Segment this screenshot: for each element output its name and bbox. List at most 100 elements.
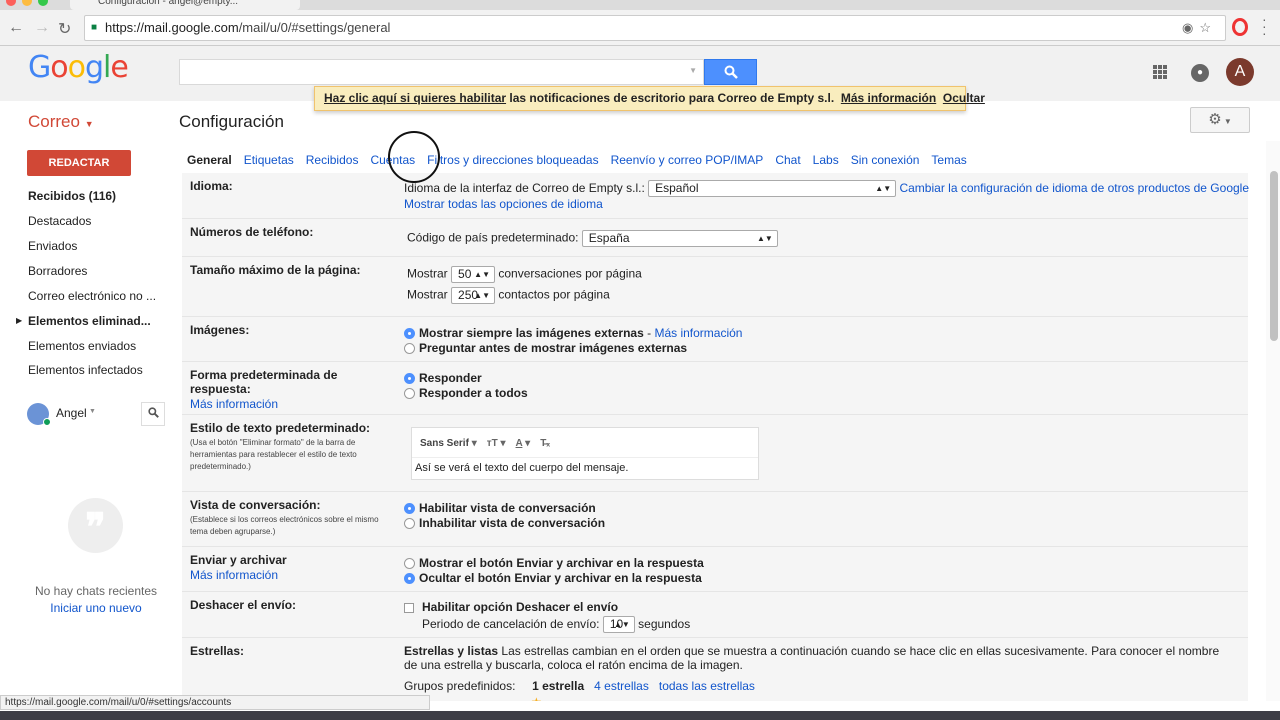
hide-send-archive-radio[interactable]	[404, 573, 415, 585]
enable-notifications-link[interactable]: Haz clic aquí si quieres habilitar	[324, 91, 506, 105]
close-window-icon[interactable]	[6, 0, 16, 6]
compose-button[interactable]: REDACTAR	[27, 150, 131, 176]
folder-drafts[interactable]: Borradores	[28, 264, 158, 278]
text-style-row: Estilo de texto predeterminado: (Usa el b…	[182, 415, 1248, 492]
minimize-window-icon[interactable]	[22, 0, 32, 6]
start-new-chat-link[interactable]: Iniciar uno nuevo	[0, 601, 192, 615]
gear-icon: ⚙	[1208, 111, 1222, 128]
images-always-radio[interactable]	[404, 328, 415, 340]
show-send-archive-radio[interactable]	[404, 558, 415, 570]
tab-inbox[interactable]: Recibidos	[306, 153, 359, 167]
text-style-editor[interactable]: Sans Serif ▾ ᴛT ▾ A ▾ T̶ₓ Así se verá el te…	[411, 427, 759, 480]
font-size-icon[interactable]: ᴛT ▾	[487, 438, 506, 449]
browser-tab[interactable]: Configuración - angel@empty...	[70, 0, 300, 10]
forward-icon[interactable]: →	[34, 19, 50, 37]
images-ask-radio[interactable]	[404, 343, 415, 355]
folder-spam[interactable]: Correo electrónico no ...	[28, 289, 158, 303]
banner-more-info-link[interactable]: Más información	[841, 91, 936, 105]
settings-table: Idioma: Idioma de la interfaz de Correo …	[182, 173, 1249, 701]
folder-inbox[interactable]: Recibidos (116)	[28, 189, 158, 203]
back-icon[interactable]: ←	[8, 19, 24, 37]
four-stars-link[interactable]: 4 estrellas	[594, 679, 649, 693]
apps-grid-icon[interactable]	[1153, 65, 1167, 79]
conversation-enable-radio[interactable]	[404, 503, 415, 515]
reply-radio[interactable]	[404, 373, 415, 385]
change-language-link[interactable]: Cambiar la configuración de idioma de ot…	[899, 181, 1249, 195]
eye-icon[interactable]: ◉	[1182, 20, 1199, 35]
desktop-notification-banner: Haz clic aquí si quieres habilitar las n…	[314, 86, 985, 111]
stars-row: Estrellas: Estrellas y listas Las estrel…	[182, 638, 1248, 701]
banner-text: las notificaciones de escritorio para Co…	[506, 91, 835, 105]
search-icon	[724, 65, 738, 79]
chevron-down-icon: ▼	[1221, 117, 1232, 126]
all-language-options-link[interactable]: Mostrar todas las opciones de idioma	[404, 197, 1249, 212]
account-avatar[interactable]: A	[1226, 58, 1254, 86]
url-field[interactable]: ■ https://mail.google.com/mail/u/0/#setti…	[84, 15, 1226, 41]
phone-row: Números de teléfono: Código de país pred…	[182, 219, 1248, 257]
reply-more-info-link[interactable]: Más información	[190, 397, 390, 411]
page-title: Configuración	[179, 112, 284, 131]
tab-forwarding[interactable]: Reenvío y correo POP/IMAP	[611, 153, 764, 167]
folder-starred[interactable]: Destacados	[28, 214, 158, 228]
tab-general[interactable]: General	[187, 153, 232, 167]
browser-tab-strip: Configuración - angel@empty...	[0, 0, 1280, 10]
folder-deleted-items[interactable]: Elementos eliminad...	[28, 314, 158, 328]
star-icon[interactable]: ★	[531, 695, 542, 701]
font-family-select[interactable]: Sans Serif	[420, 438, 469, 449]
os-dock	[0, 711, 1280, 720]
page-scrollbar[interactable]	[1266, 141, 1280, 701]
send-archive-more-info-link[interactable]: Más información	[190, 568, 390, 582]
search-options-icon[interactable]: ▼	[689, 66, 697, 75]
menu-dots-icon[interactable]: · · ·	[1262, 12, 1267, 40]
reload-icon[interactable]: ↻	[58, 19, 71, 39]
search-input[interactable]: ▼	[179, 59, 704, 85]
google-logo[interactable]: Google	[28, 50, 129, 85]
tab-themes[interactable]: Temas	[931, 153, 966, 167]
reply-row: Forma predeterminada de respuesta: Más in…	[182, 362, 1248, 415]
tab-filters[interactable]: Filtros y direcciones bloqueadas	[427, 153, 598, 167]
images-more-info-link[interactable]: Más información	[654, 326, 742, 340]
folder-sent[interactable]: Enviados	[28, 239, 158, 253]
reply-all-radio[interactable]	[404, 388, 415, 400]
scrollbar-thumb[interactable]	[1270, 171, 1278, 341]
undo-send-checkbox[interactable]	[404, 602, 414, 613]
settings-main: General Etiquetas Recibidos Cuentas Filtros …	[179, 141, 1259, 701]
one-star-link[interactable]: 1 estrella	[532, 679, 584, 693]
quote-icon: ❞	[68, 498, 123, 553]
conversation-row: Vista de conversación: (Establece si los …	[182, 492, 1248, 547]
conversations-per-page-select[interactable]: 50 ▲▼	[451, 266, 496, 283]
browser-status-bar: https://mail.google.com/mail/u/0/#settin…	[0, 695, 430, 710]
undo-period-select[interactable]: 10 ▲▼	[602, 616, 635, 634]
text-color-icon[interactable]: A ▾	[516, 438, 531, 449]
folder-sent-items[interactable]: Elementos enviados	[28, 339, 158, 353]
remove-format-icon[interactable]: T̶ₓ	[540, 438, 550, 449]
expand-arrow-icon[interactable]: ▶	[16, 316, 22, 325]
no-chats-text: No hay chats recientes	[34, 584, 158, 598]
undo-send-row: Deshacer el envío: Habilitar opción Desh…	[182, 592, 1248, 638]
app-switcher[interactable]: Correo ▼	[28, 112, 94, 132]
chevron-down-icon: ▼	[84, 119, 94, 129]
chat-search-button[interactable]	[141, 402, 165, 426]
tab-chat[interactable]: Chat	[775, 153, 800, 167]
settings-gear-button[interactable]: ⚙ ▼	[1190, 107, 1250, 133]
lock-icon: ■	[91, 22, 98, 33]
opera-icon[interactable]	[1232, 18, 1248, 36]
folder-infected-items[interactable]: Elementos infectados	[28, 363, 158, 377]
all-stars-link[interactable]: todas las estrellas	[659, 679, 755, 693]
notifications-bell-icon[interactable]: ●	[1191, 64, 1209, 82]
country-code-select[interactable]: España ▲▼	[581, 230, 778, 247]
language-select[interactable]: Español ▲▼	[648, 180, 897, 198]
search-icon	[147, 407, 159, 418]
send-archive-row: Enviar y archivar Más información Mostrar…	[182, 547, 1248, 592]
page-size-row: Tamaño máximo de la página: Mostrar 50 ▲▼…	[182, 257, 1248, 317]
search-button[interactable]	[704, 59, 757, 85]
banner-dismiss-link[interactable]: Ocultar	[943, 91, 985, 105]
tab-offline[interactable]: Sin conexión	[851, 153, 920, 167]
contacts-per-page-select[interactable]: 250 ▲▼	[451, 287, 496, 304]
maximize-window-icon[interactable]	[38, 0, 48, 6]
conversation-disable-radio[interactable]	[404, 518, 415, 530]
tab-labels[interactable]: Etiquetas	[244, 153, 294, 167]
tab-labs[interactable]: Labs	[813, 153, 839, 167]
bookmark-star-icon[interactable]: ☆	[1199, 20, 1217, 35]
cursor-highlight	[388, 131, 440, 183]
